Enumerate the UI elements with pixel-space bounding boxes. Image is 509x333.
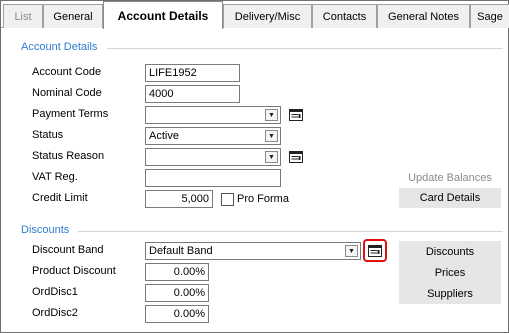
pro-forma-label: Pro Forma [237,193,289,205]
section-divider [107,48,503,49]
discount-band-value: Default Band [149,245,213,257]
card-details-button[interactable]: Card Details [399,188,501,208]
account-window: List General Account Details Delivery/Mi… [0,0,509,333]
payment-terms-dropdown[interactable]: ▼ [145,106,281,124]
suppliers-button[interactable]: Suppliers [399,284,501,304]
tab-list[interactable]: List [3,4,43,28]
credit-limit-field[interactable]: 5,000 [145,190,213,208]
tab-general-notes[interactable]: General Notes [377,4,470,28]
credit-limit-label: Credit Limit [32,192,88,204]
lookup-list-icon[interactable] [288,107,304,123]
discounts-button[interactable]: Discounts [399,242,501,262]
discounts-heading: Discounts [21,224,70,236]
status-dropdown[interactable]: Active ▼ [145,127,281,145]
lookup-list-icon[interactable] [288,149,304,165]
discount-band-dropdown[interactable]: Default Band ▼ [145,242,361,260]
product-discount-label: Product Discount [32,265,116,277]
nominal-code-field[interactable]: 4000 [145,85,240,103]
status-reason-dropdown[interactable]: ▼ [145,148,281,166]
tab-contacts[interactable]: Contacts [312,4,377,28]
status-value: Active [149,130,179,142]
account-details-heading: Account Details [21,41,98,53]
tab-sage[interactable]: Sage [470,4,509,28]
account-code-field[interactable]: LIFE1952 [145,64,240,82]
product-discount-field[interactable]: 0.00% [145,263,209,281]
orddisc2-field[interactable]: 0.00% [145,305,209,323]
account-code-label: Account Code [32,66,102,78]
section-divider [78,231,503,232]
chevron-down-icon[interactable]: ▼ [345,245,358,257]
orddisc2-label: OrdDisc2 [32,307,78,319]
status-reason-label: Status Reason [32,150,105,162]
update-balances-button[interactable]: Update Balances [399,168,501,188]
chevron-down-icon[interactable]: ▼ [265,109,278,121]
orddisc1-field[interactable]: 0.00% [145,284,209,302]
discount-band-label: Discount Band [32,244,104,256]
tab-delivery-misc[interactable]: Delivery/Misc [223,4,312,28]
lookup-list-icon[interactable] [367,243,383,259]
vat-reg-label: VAT Reg. [32,171,78,183]
nominal-code-label: Nominal Code [32,87,102,99]
chevron-down-icon[interactable]: ▼ [265,151,278,163]
pro-forma-checkbox[interactable] [221,193,234,206]
tab-general[interactable]: General [43,4,103,28]
status-label: Status [32,129,64,141]
chevron-down-icon[interactable]: ▼ [265,130,278,142]
payment-terms-label: Payment Terms [32,108,109,120]
vat-reg-field[interactable] [145,169,281,187]
orddisc1-label: OrdDisc1 [32,286,78,298]
tab-account-details[interactable]: Account Details [103,1,223,29]
prices-button[interactable]: Prices [399,263,501,283]
tab-strip: List General Account Details Delivery/Mi… [1,1,509,29]
